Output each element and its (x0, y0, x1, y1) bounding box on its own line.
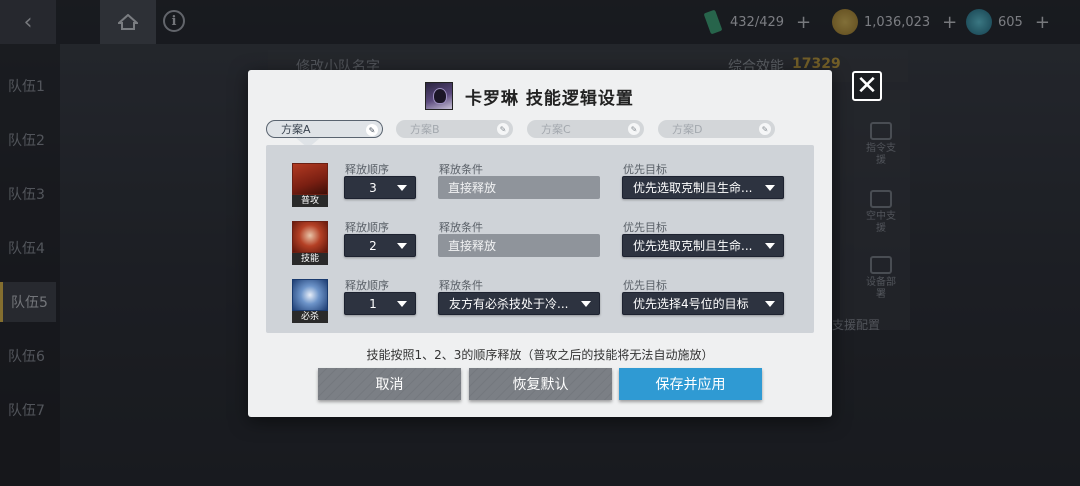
skill-badge: 必杀 (292, 311, 328, 323)
skill-row-ultimate: 必杀 释放顺序 1 释放条件 友方有必杀技处于冷... 优先目标 优先选择4号位… (266, 277, 814, 327)
order-value: 1 (369, 296, 377, 311)
skill-settings-panel: 普攻 释放顺序 3 释放条件 直接释放 优先目标 优先选取克制且生命... 技能… (266, 145, 814, 333)
dialog-header: 卡罗琳 技能逻辑设置 (425, 82, 634, 110)
close-button[interactable]: ✕ (852, 71, 882, 101)
target-dropdown[interactable]: 优先选取克制且生命... (622, 234, 784, 257)
target-label: 优先目标 (623, 221, 667, 234)
condition-label: 释放条件 (439, 163, 483, 176)
condition-field: 直接释放 (438, 234, 600, 257)
edit-icon[interactable]: ✎ (759, 123, 771, 135)
skill-badge: 技能 (292, 253, 328, 265)
caret-down-icon (397, 243, 407, 249)
character-portrait (425, 82, 453, 110)
target-dropdown[interactable]: 优先选择4号位的目标 (622, 292, 784, 315)
order-value: 2 (369, 238, 377, 253)
save-apply-button[interactable]: 保存并应用 (619, 368, 762, 400)
condition-field: 直接释放 (438, 176, 600, 199)
tab-plan-a-label: 方案A (281, 123, 311, 136)
tab-plan-b[interactable]: 方案B ✎ (396, 120, 513, 138)
order-label: 释放顺序 (345, 163, 389, 176)
target-value: 优先选取克制且生命... (633, 181, 753, 195)
release-order-note: 技能按照1、2、3的顺序释放（普攻之后的技能将无法自动施放） (366, 348, 714, 362)
caret-down-icon (765, 243, 775, 249)
tab-plan-d[interactable]: 方案D ✎ (658, 120, 775, 138)
edit-icon[interactable]: ✎ (366, 124, 378, 136)
target-value: 优先选择4号位的目标 (633, 297, 749, 311)
skill-row-skill: 技能 释放顺序 2 释放条件 直接释放 优先目标 优先选取克制且生命... (266, 219, 814, 269)
order-dropdown[interactable]: 1 (344, 292, 416, 315)
target-label: 优先目标 (623, 163, 667, 176)
skill-icon: 技能 (292, 221, 328, 265)
plan-tabs: 方案A ✎ 方案B ✎ 方案C ✎ 方案D ✎ (266, 120, 776, 138)
order-dropdown[interactable]: 2 (344, 234, 416, 257)
condition-value: 友方有必杀技处于冷... (449, 297, 569, 311)
order-dropdown[interactable]: 3 (344, 176, 416, 199)
close-icon: ✕ (856, 71, 878, 101)
cancel-button[interactable]: 取消 (318, 368, 461, 400)
edit-icon[interactable]: ✎ (497, 123, 509, 135)
order-value: 3 (369, 180, 377, 195)
tab-plan-a[interactable]: 方案A ✎ (266, 120, 383, 138)
caret-down-icon (765, 301, 775, 307)
edit-icon[interactable]: ✎ (628, 123, 640, 135)
skill-row-normal-attack: 普攻 释放顺序 3 释放条件 直接释放 优先目标 优先选取克制且生命... (266, 161, 814, 211)
skill-badge: 普攻 (292, 195, 328, 207)
order-label: 释放顺序 (345, 279, 389, 292)
skill-logic-dialog: 卡罗琳 技能逻辑设置 方案A ✎ 方案B ✎ 方案C ✎ 方案D ✎ 普攻 释放… (248, 70, 832, 417)
target-label: 优先目标 (623, 279, 667, 292)
order-label: 释放顺序 (345, 221, 389, 234)
condition-label: 释放条件 (439, 279, 483, 292)
tab-plan-c-label: 方案C (541, 123, 571, 136)
normal-attack-icon: 普攻 (292, 163, 328, 207)
caret-down-icon (581, 301, 591, 307)
tab-plan-c[interactable]: 方案C ✎ (527, 120, 644, 138)
condition-label: 释放条件 (439, 221, 483, 234)
ultimate-icon: 必杀 (292, 279, 328, 323)
caret-down-icon (397, 301, 407, 307)
dialog-title: 卡罗琳 技能逻辑设置 (465, 88, 634, 109)
target-dropdown[interactable]: 优先选取克制且生命... (622, 176, 784, 199)
target-value: 优先选取克制且生命... (633, 239, 753, 253)
reset-default-button[interactable]: 恢复默认 (469, 368, 612, 400)
condition-dropdown[interactable]: 友方有必杀技处于冷... (438, 292, 600, 315)
tab-plan-d-label: 方案D (672, 123, 703, 136)
tab-plan-b-label: 方案B (410, 123, 440, 136)
caret-down-icon (397, 185, 407, 191)
caret-down-icon (765, 185, 775, 191)
